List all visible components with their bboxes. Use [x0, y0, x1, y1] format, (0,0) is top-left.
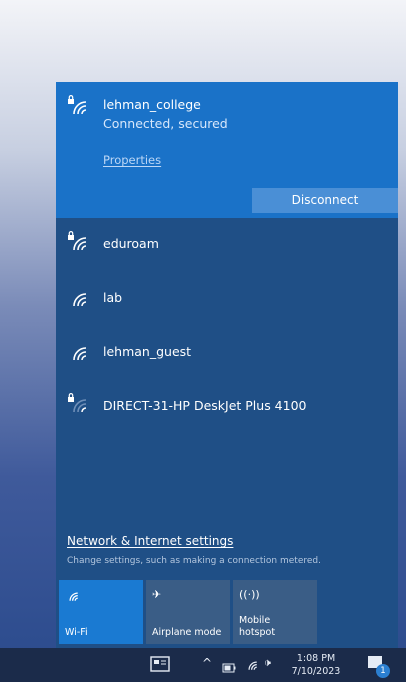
- network-name: eduroam: [103, 236, 159, 251]
- network-item-lehman-guest[interactable]: lehman_guest: [56, 332, 398, 372]
- wifi-flyout: lehman_college Connected, secured Proper…: [56, 82, 398, 648]
- network-settings-link[interactable]: Network & Internet settings: [67, 534, 233, 548]
- connection-status: Connected, secured: [103, 116, 228, 131]
- network-item-lab[interactable]: lab: [56, 278, 398, 318]
- tile-label: Airplane mode: [152, 627, 222, 638]
- task-view-icon[interactable]: [150, 655, 170, 677]
- clock-time: 1:08 PM: [296, 653, 336, 664]
- chevron-up-icon[interactable]: ^: [202, 656, 212, 670]
- airplane-icon: ✈: [152, 588, 162, 601]
- secured-wifi-weak-icon: [66, 392, 88, 414]
- disconnect-button[interactable]: Disconnect: [252, 188, 398, 213]
- airplane-mode-tile[interactable]: ✈ Airplane mode: [146, 580, 230, 644]
- secured-wifi-icon: [66, 94, 88, 116]
- network-name: DIRECT-31-HP DeskJet Plus 4100: [103, 398, 307, 413]
- wifi-tray-icon[interactable]: [244, 656, 258, 675]
- network-item-eduroam[interactable]: eduroam: [56, 224, 398, 264]
- wifi-icon: [66, 286, 88, 308]
- network-name: lab: [103, 290, 123, 305]
- connected-network-name: lehman_college: [103, 97, 201, 112]
- network-settings-description: Change settings, such as making a connec…: [67, 556, 321, 566]
- network-item-direct-hp[interactable]: DIRECT-31-HP DeskJet Plus 4100: [56, 386, 398, 426]
- properties-link[interactable]: Properties: [103, 153, 161, 167]
- notification-count-badge: 1: [376, 664, 390, 678]
- tile-label: Wi-Fi: [65, 627, 88, 638]
- wifi-icon: [65, 588, 79, 605]
- clock-date: 7/10/2023: [291, 666, 341, 677]
- mobile-hotspot-tile[interactable]: ((·)) Mobile hotspot: [233, 580, 317, 644]
- tile-label: Mobile hotspot: [239, 615, 276, 638]
- battery-icon[interactable]: [222, 658, 236, 677]
- wifi-toggle-tile[interactable]: Wi-Fi: [59, 580, 143, 644]
- volume-icon[interactable]: 🕩: [264, 656, 271, 670]
- hotspot-icon: ((·)): [239, 588, 260, 601]
- connected-network-panel[interactable]: lehman_college Connected, secured Proper…: [56, 82, 398, 218]
- secured-wifi-icon: [66, 230, 88, 252]
- taskbar-clock[interactable]: 1:08 PM 7/10/2023: [288, 652, 344, 678]
- network-name: lehman_guest: [103, 344, 192, 359]
- taskbar: ^ 🕩 1:08 PM 7/10/2023 1: [0, 648, 406, 682]
- wifi-icon: [66, 340, 88, 362]
